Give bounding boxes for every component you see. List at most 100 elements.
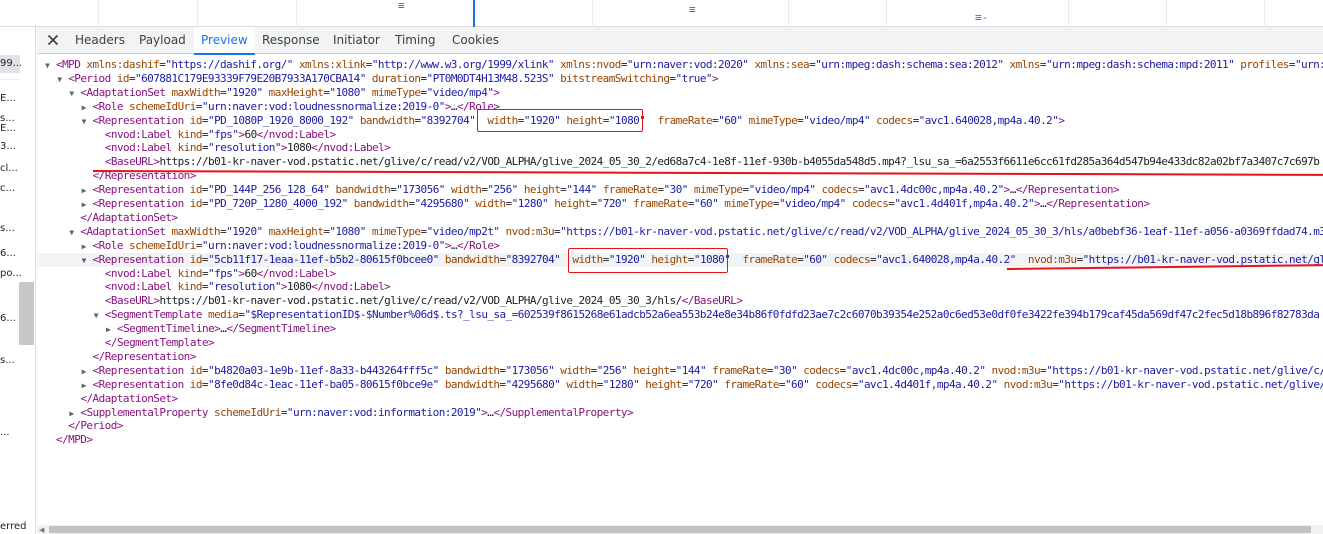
request-name-fragment[interactable]: s... xyxy=(0,223,15,234)
xml-tree-line[interactable]: </SegmentTemplate> xyxy=(94,336,215,350)
xml-tree-line[interactable]: ▼ <SegmentTemplate media="$Representation… xyxy=(94,308,1320,322)
xml-tree-line[interactable]: ▶ <Representation id="PD_720P_1280_4000_1… xyxy=(82,197,1150,211)
tab-response[interactable]: Response xyxy=(255,27,327,54)
expand-triangle-icon[interactable]: ▼ xyxy=(69,87,80,101)
expand-triangle-icon[interactable]: ▼ xyxy=(69,226,80,240)
horizontal-scrollbar-thumb[interactable] xyxy=(49,526,1311,533)
xml-attr-name: profiles xyxy=(1240,58,1289,71)
xml-tag: <nvod:Label xyxy=(104,141,178,155)
xml-tree-line[interactable]: <nvod:Label kind="resolution">1080</nvod… xyxy=(94,141,391,155)
collapse-triangle-icon[interactable]: ▶ xyxy=(82,198,93,212)
collapse-triangle-icon[interactable]: ▶ xyxy=(106,323,117,337)
close-icon[interactable] xyxy=(45,32,61,48)
request-list[interactable]: 99... E... s... E... 3... cl... c... s..… xyxy=(0,27,36,534)
horizontal-scrollbar[interactable]: ◀ xyxy=(37,525,1323,534)
xml-tree-line[interactable]: ▶ <Representation id="8fe0d84c-1eac-11ef-… xyxy=(82,378,1323,392)
xml-tree-line[interactable]: ▼ <Period id="607881C179E93339F79E20B7933… xyxy=(57,72,718,86)
xml-attr-value: "5cb11f17-1eaa-11ef-b5b2-80615f0bcee0" xyxy=(208,252,439,266)
xml-preview-tree[interactable]: ▼ <MPD xmlns:dashif="https://dashif.org/"… xyxy=(37,55,1323,525)
expand-triangle-icon[interactable]: ▼ xyxy=(94,309,105,323)
xml-attr-name: height xyxy=(645,377,682,391)
request-name-fragment[interactable]: 3... xyxy=(0,141,16,152)
xml-attr-name: frameRate xyxy=(742,252,798,266)
request-name-fragment[interactable]: 6... xyxy=(0,313,16,324)
collapse-triangle-icon[interactable]: ▶ xyxy=(82,365,93,379)
timeline-gridline xyxy=(197,0,198,27)
xml-tree-line[interactable]: ▼ <AdaptationSet maxWidth="1920" maxHeigh… xyxy=(69,225,1323,239)
tab-preview[interactable]: Preview xyxy=(194,27,255,55)
xml-attr-name: height xyxy=(633,363,670,377)
tab-cookies[interactable]: Cookies xyxy=(445,27,506,54)
xml-tree-line[interactable]: ▶ <Role schemeIdUri="urn:naver:vod:loudne… xyxy=(82,239,500,253)
xml-attr-name: width xyxy=(475,197,506,210)
xml-attr-value: "4295680" xyxy=(414,197,470,210)
xml-attr-name: height xyxy=(554,197,591,210)
request-name-fragment[interactable]: E... xyxy=(0,93,16,104)
xml-attr-value: "1080" xyxy=(329,85,366,99)
expand-triangle-icon[interactable]: ▼ xyxy=(82,254,93,268)
xml-text: 60 xyxy=(244,127,258,141)
expand-triangle-icon[interactable]: ▼ xyxy=(45,59,56,73)
xml-tree-line[interactable]: </Representation> xyxy=(82,350,197,364)
xml-tree-line[interactable]: ▶ <SupplementalProperty schemeIdUri="urn:… xyxy=(69,406,633,420)
vertical-scrollbar-thumb[interactable] xyxy=(19,282,34,345)
xml-tree-line[interactable]: </MPD> xyxy=(45,433,93,447)
xml-tree-line[interactable]: ▼ <AdaptationSet maxWidth="1920" maxHeigh… xyxy=(69,85,500,101)
request-name-fragment[interactable]: cl... xyxy=(0,163,18,174)
xml-tag: <BaseURL> xyxy=(104,294,160,308)
xml-tree-line[interactable]: ▶ <Representation id="PD_144P_256_128_64"… xyxy=(82,183,1120,198)
xml-tree-line[interactable]: <BaseURL>https://b01-kr-naver-vod.pstati… xyxy=(94,155,1320,169)
xml-tag: <MPD xyxy=(56,58,87,71)
xml-tree-line[interactable]: </AdaptationSet> xyxy=(69,392,178,406)
xml-tree-line[interactable]: ▶ <Representation id="b4820a03-1e9b-11ef-… xyxy=(82,364,1323,378)
request-name-fragment[interactable]: 99... xyxy=(0,58,22,69)
request-name-fragment[interactable]: 6... xyxy=(0,248,16,259)
xml-tree-line[interactable]: <nvod:Label kind="resolution">1080</nvod… xyxy=(94,280,391,294)
xml-tag: <Representation xyxy=(92,197,190,210)
xml-attr-name: width xyxy=(450,183,482,197)
xml-tree-line[interactable]: </AdaptationSet> xyxy=(69,211,178,225)
tab-timing[interactable]: Timing xyxy=(388,27,443,54)
xml-attr-name: id xyxy=(189,252,203,266)
xml-tree-line[interactable]: ▼ <MPD xmlns:dashif="https://dashif.org/"… xyxy=(45,58,1323,72)
xml-tree-line[interactable]: <nvod:Label kind="fps">60</nvod:Label> xyxy=(94,128,336,142)
tab-payload[interactable]: Payload xyxy=(132,27,193,54)
xml-tag: </BaseURL> xyxy=(681,294,743,308)
tab-initiator[interactable]: Initiator xyxy=(326,27,387,54)
xml-attr-value: "urn:naver:vod:information:2019" xyxy=(286,405,482,419)
xml-attr-value: "256" xyxy=(596,363,628,377)
xml-tree-line[interactable]: <nvod:Label kind="fps">60</nvod:Label> xyxy=(94,267,336,281)
xml-tag: </MPD> xyxy=(56,433,93,447)
expand-triangle-icon[interactable]: ▼ xyxy=(57,73,68,87)
expand-triangle-icon[interactable]: ▼ xyxy=(82,115,93,129)
xml-attr-name: bandwidth xyxy=(444,377,500,391)
scroll-left-arrow-icon[interactable]: ◀ xyxy=(39,526,44,534)
xml-tag: </nvod:Label> xyxy=(311,280,391,294)
collapse-triangle-icon[interactable]: ▶ xyxy=(82,101,93,115)
xml-tag: > xyxy=(493,85,500,99)
xml-attr-name: id xyxy=(189,377,203,391)
xml-attr-name: frameRate xyxy=(633,197,688,210)
xml-tree-line[interactable]: ▶ <Role schemeIdUri="urn:naver:vod:loudne… xyxy=(82,100,500,114)
tab-headers[interactable]: Headers xyxy=(68,27,132,54)
xml-attr-name: bandwidth xyxy=(335,183,391,197)
collapse-triangle-icon[interactable]: ▶ xyxy=(69,407,80,421)
request-name-fragment[interactable]: po... xyxy=(0,268,22,279)
xml-attr-name: frameRate xyxy=(657,113,713,127)
xml-tag: </Period> xyxy=(68,419,123,433)
collapse-triangle-icon[interactable]: ▶ xyxy=(82,240,93,254)
collapse-triangle-icon[interactable]: ▶ xyxy=(82,379,93,393)
request-name-fragment[interactable]: s... xyxy=(0,355,15,366)
xml-attr-name: xmlns:xlink xyxy=(298,58,366,71)
xml-attr-value: "8392704" xyxy=(420,113,476,127)
xml-tag: </nvod:Label> xyxy=(311,141,391,155)
xml-tree-line[interactable]: </Period> xyxy=(57,419,123,433)
xml-tree-line[interactable]: ▶ <SegmentTimeline>…</SegmentTimeline> xyxy=(106,322,336,336)
xml-attr-value: "fps" xyxy=(208,266,239,280)
collapse-triangle-icon[interactable]: ▶ xyxy=(82,184,93,198)
xml-attr-value: "urn:naver:vod:loudnessnormalize:2019-0" xyxy=(201,238,445,252)
request-name-fragment[interactable]: c... xyxy=(0,183,15,194)
xml-tree-line[interactable]: <BaseURL>https://b01-kr-naver-vod.pstati… xyxy=(94,294,743,308)
request-name-fragment[interactable]: E... xyxy=(0,123,16,134)
request-name-fragment[interactable]: ... xyxy=(0,427,10,438)
